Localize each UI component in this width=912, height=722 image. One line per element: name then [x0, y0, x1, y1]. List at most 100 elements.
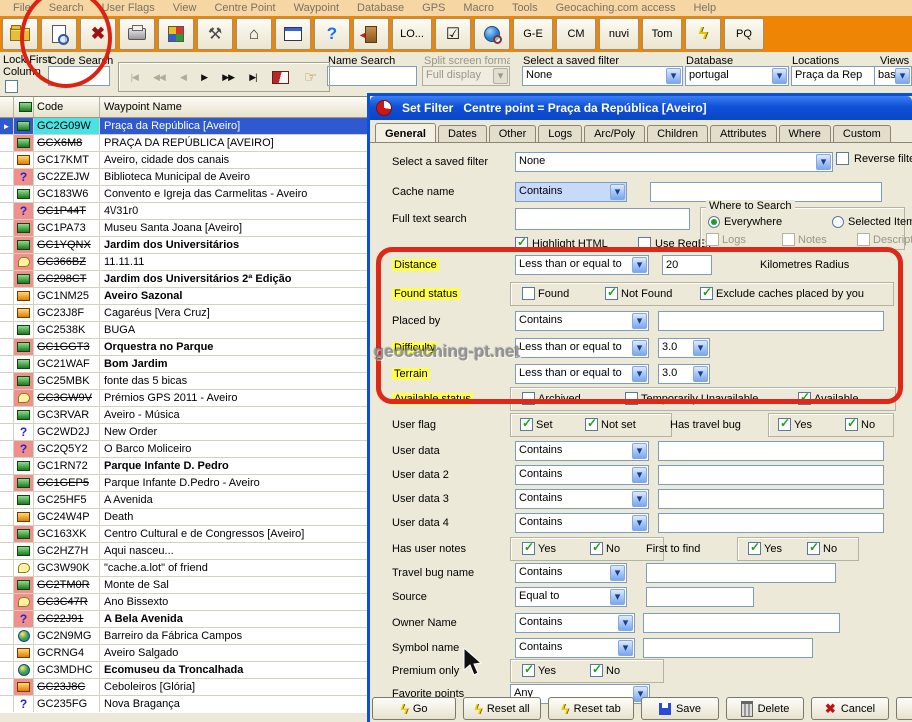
- reset-tab-button[interactable]: Reset tab: [548, 697, 634, 720]
- table-row[interactable]: GC25HF5A Avenida: [0, 492, 372, 509]
- clear-filter-button[interactable]: [80, 18, 116, 50]
- prev-record-button[interactable]: ◀: [180, 72, 186, 83]
- save-button[interactable]: Save: [641, 697, 719, 720]
- fast-back-button[interactable]: ◀◀: [153, 72, 165, 83]
- user-notes-yes-checkbox[interactable]: [522, 542, 535, 555]
- table-row[interactable]: GC235FGNova Bragança: [0, 696, 372, 713]
- table-row[interactable]: GC183W6Convento e Igreja das Carmelitas …: [0, 186, 372, 203]
- cache-name-op-select[interactable]: Contains: [515, 182, 627, 202]
- table-row[interactable]: GC1RN72Parque Infante D. Pedro: [0, 458, 372, 475]
- tab-arc-poly[interactable]: Arc/Poly: [584, 125, 645, 142]
- tab-other[interactable]: Other: [489, 125, 537, 142]
- use-regex-checkbox[interactable]: [638, 237, 651, 250]
- table-row[interactable]: GC298CTJardim dos Universitários 2ª Ediç…: [0, 271, 372, 288]
- table-row[interactable]: GCX6M8PRAÇA DA REPÚBLICA [AVEIRO]: [0, 135, 372, 152]
- pocket-query-button[interactable]: PQ: [724, 18, 764, 50]
- user-data-op-select[interactable]: Contains: [515, 441, 649, 461]
- delete-button[interactable]: Delete: [726, 697, 804, 720]
- difficulty-value-select[interactable]: 3.0: [658, 338, 710, 358]
- available-checkbox[interactable]: [798, 392, 811, 405]
- symbol-name-input[interactable]: [643, 638, 813, 658]
- goto-button[interactable]: [304, 68, 317, 86]
- logs-checkbox[interactable]: [706, 233, 719, 246]
- table-row[interactable]: GC2TM0RMonte de Sal: [0, 577, 372, 594]
- travel-bug-no-checkbox[interactable]: [845, 418, 858, 431]
- archived-checkbox[interactable]: [522, 392, 535, 405]
- log-book-button[interactable]: [272, 71, 289, 84]
- travel-bug-yes-checkbox[interactable]: [778, 418, 791, 431]
- fast-forward-button[interactable]: ▶▶: [222, 72, 234, 83]
- set-filter-button[interactable]: [41, 18, 77, 50]
- partial-button[interactable]: [896, 697, 912, 720]
- placed-by-op-select[interactable]: Contains: [515, 311, 649, 331]
- premium-yes-checkbox[interactable]: [522, 664, 535, 677]
- table-row[interactable]: GC2Q5Y2O Barco Moliceiro: [0, 441, 372, 458]
- menu-gps[interactable]: GPS: [413, 1, 454, 15]
- google-earth-button[interactable]: G-E: [513, 18, 553, 50]
- highlight-html-checkbox[interactable]: [515, 237, 528, 250]
- menu-file[interactable]: File: [4, 1, 40, 15]
- marker-column-header[interactable]: [0, 97, 14, 117]
- user-data3-input[interactable]: [658, 489, 884, 509]
- user-data2-input[interactable]: [658, 465, 884, 485]
- terrain-op-select[interactable]: Less than or equal to: [515, 364, 649, 384]
- dlg-saved-filter-select[interactable]: None: [515, 152, 833, 172]
- name-search-input[interactable]: [327, 66, 417, 86]
- print-button[interactable]: [119, 18, 155, 50]
- table-row[interactable]: GC17KMTAveiro, cidade dos canais: [0, 152, 372, 169]
- table-row[interactable]: GC23J8CCeboleiros [Glória]: [0, 679, 372, 696]
- menu-waypoint[interactable]: Waypoint: [285, 1, 348, 15]
- table-row[interactable]: GC1P44T4\/31r0: [0, 203, 372, 220]
- tab-logs[interactable]: Logs: [538, 125, 582, 142]
- not-found-checkbox[interactable]: [605, 287, 618, 300]
- table-row[interactable]: GC2ZEJWBiblioteca Municipal de Aveiro: [0, 169, 372, 186]
- tools-button[interactable]: [197, 18, 233, 50]
- distance-value-input[interactable]: 20: [662, 255, 712, 275]
- source-input[interactable]: [646, 587, 754, 607]
- menu-view[interactable]: View: [164, 1, 206, 15]
- table-row[interactable]: GC2538KBUGA: [0, 322, 372, 339]
- travel-bug-name-input[interactable]: [646, 563, 836, 583]
- user-notes-no-checkbox[interactable]: [590, 542, 603, 555]
- user-data-input[interactable]: [658, 441, 884, 461]
- tab-where[interactable]: Where: [779, 125, 831, 142]
- table-row[interactable]: GC3W90K"cache.a.lot" of friend: [0, 560, 372, 577]
- menu-user-flags[interactable]: User Flags: [93, 1, 164, 15]
- table-row[interactable]: GC24W4PDeath: [0, 509, 372, 526]
- macro-button[interactable]: [685, 18, 721, 50]
- user-data4-op-select[interactable]: Contains: [515, 513, 649, 533]
- placed-by-input[interactable]: [658, 311, 884, 331]
- help-button[interactable]: [314, 18, 350, 50]
- tab-attributes[interactable]: Attributes: [710, 125, 776, 142]
- window-button[interactable]: [275, 18, 311, 50]
- table-row[interactable]: GC25MBKfonte das 5 bicas: [0, 373, 372, 390]
- menu-search[interactable]: Search: [40, 1, 93, 15]
- temporarily-unavailable-checkbox[interactable]: [625, 392, 638, 405]
- tab-custom[interactable]: Custom: [833, 125, 891, 142]
- table-row[interactable]: GC3C47RAno Bissexto: [0, 594, 372, 611]
- reverse-filter-checkbox[interactable]: [836, 152, 849, 165]
- descriptions-checkbox[interactable]: [857, 233, 870, 246]
- tab-general[interactable]: General: [375, 123, 436, 142]
- table-row[interactable]: GC1GEP5Parque Infante D.Pedro - Aveiro: [0, 475, 372, 492]
- notes-checkbox[interactable]: [782, 233, 795, 246]
- table-row[interactable]: GCRNG4Aveiro Salgado: [0, 645, 372, 662]
- premium-no-checkbox[interactable]: [590, 664, 603, 677]
- table-row[interactable]: GC1NM25Aveiro Sazonal: [0, 288, 372, 305]
- user-flag-set-checkbox[interactable]: [520, 418, 533, 431]
- table-row[interactable]: GC1GGT3Orquestra no Parque: [0, 339, 372, 356]
- source-op-select[interactable]: Equal to: [515, 587, 627, 607]
- table-row[interactable]: GC1PA73Museu Santa Joana [Aveiro]: [0, 220, 372, 237]
- next-record-button[interactable]: ▶: [201, 72, 207, 83]
- user-data2-op-select[interactable]: Contains: [515, 465, 649, 485]
- cachemate-button[interactable]: CM: [556, 18, 596, 50]
- user-data3-op-select[interactable]: Contains: [515, 489, 649, 509]
- split-screen-select[interactable]: Full display: [422, 66, 510, 86]
- owner-name-input[interactable]: [643, 613, 840, 633]
- table-row[interactable]: GC3MDHCEcomuseu da Troncalhada: [0, 662, 372, 679]
- menu-help[interactable]: Help: [684, 1, 725, 15]
- full-text-input[interactable]: [515, 208, 690, 230]
- table-row[interactable]: GC3RVARAveiro - Música: [0, 407, 372, 424]
- menu-geocaching-com-access[interactable]: Geocaching.com access: [547, 1, 685, 15]
- web-search-button[interactable]: [474, 18, 510, 50]
